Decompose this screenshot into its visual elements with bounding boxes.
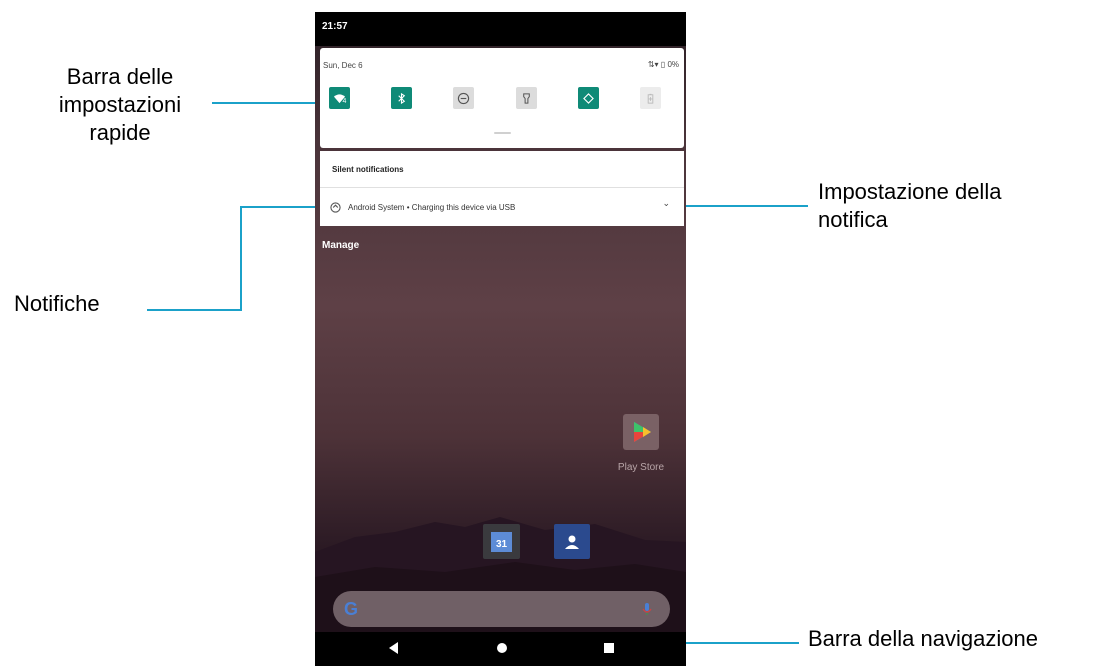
auto-rotate-icon <box>583 92 594 104</box>
play-store-app[interactable] <box>623 414 659 450</box>
play-store-label: Play Store <box>617 462 665 473</box>
callout-line-notification-settings <box>673 205 808 207</box>
wifi-badge: 4 <box>342 97 347 105</box>
status-battery-icon: ▯ <box>660 60 666 69</box>
back-icon[interactable] <box>388 641 400 655</box>
quick-settings-panel[interactable]: Sun, Dec 6 ⇅▾ ▯ 0% 4 <box>320 48 684 148</box>
tile-auto-rotate[interactable] <box>578 87 599 109</box>
callout-quick-settings-line2: impostazioni <box>58 92 182 117</box>
calendar-icon: 31 <box>491 531 512 552</box>
home-icon[interactable] <box>495 641 509 655</box>
callout-quick-settings-line1: Barra delle <box>66 64 174 89</box>
navigation-bar <box>315 632 686 666</box>
contacts-app[interactable] <box>554 524 590 559</box>
microphone-icon[interactable] <box>638 600 656 618</box>
bluetooth-icon <box>398 92 406 104</box>
calendar-app[interactable]: 31 <box>483 524 520 559</box>
callout-notification-settings: Impostazione della notifica <box>818 178 1001 234</box>
callout-line-quick-settings <box>212 102 324 104</box>
phone-screen: 21:57 Sun, Dec 6 ⇅▾ ▯ 0% 4 Silent notifi… <box>315 12 686 666</box>
battery-saver-icon <box>647 93 654 104</box>
callout-notification-settings-line1: Impostazione della <box>818 179 1002 204</box>
notification-item[interactable]: Android System • Charging this device vi… <box>330 200 515 214</box>
battery-percentage: 0% <box>667 60 679 69</box>
do-not-disturb-icon <box>457 92 470 104</box>
callout-quick-settings: Barra delle impostazioni rapide <box>40 63 200 147</box>
play-store-icon <box>634 422 651 442</box>
contacts-icon <box>565 535 579 549</box>
google-logo: G <box>344 599 359 619</box>
recents-icon[interactable] <box>602 641 616 655</box>
qs-date: Sun, Dec 6 <box>323 61 363 70</box>
notification-text: Android System • Charging this device vi… <box>348 202 516 212</box>
google-search-bar[interactable]: G <box>333 591 670 627</box>
chevron-down-icon[interactable]: ⌄ <box>662 198 670 209</box>
flashlight-icon <box>523 92 530 104</box>
notification-section-header: Silent notifications <box>332 165 404 174</box>
notification-panel: Silent notifications Android System • Ch… <box>320 151 684 226</box>
notification-divider <box>320 187 684 188</box>
status-bar: 21:57 <box>315 12 686 46</box>
tile-flashlight[interactable] <box>516 87 537 109</box>
android-system-icon <box>330 201 341 213</box>
manage-button[interactable]: Manage <box>322 240 359 251</box>
callout-notification-settings-line2: notifica <box>818 207 888 232</box>
callout-navigation-bar: Barra della navigazione <box>808 626 1038 651</box>
callout-line-notifications-h1 <box>147 309 242 311</box>
tile-wifi[interactable]: 4 <box>329 87 350 109</box>
tile-do-not-disturb[interactable] <box>453 87 474 109</box>
status-wifi-icon: ⇅▾ <box>647 60 659 69</box>
qs-status-icons: ⇅▾ ▯ 0% <box>648 60 679 69</box>
tile-bluetooth[interactable] <box>391 87 412 109</box>
callout-notifications: Notifiche <box>14 291 100 316</box>
tile-battery-saver[interactable] <box>640 87 661 109</box>
status-time: 21:57 <box>322 21 348 32</box>
callout-line-notifications-v <box>240 206 242 311</box>
qs-drag-handle[interactable] <box>494 132 511 134</box>
callout-quick-settings-line3: rapide <box>89 120 151 145</box>
